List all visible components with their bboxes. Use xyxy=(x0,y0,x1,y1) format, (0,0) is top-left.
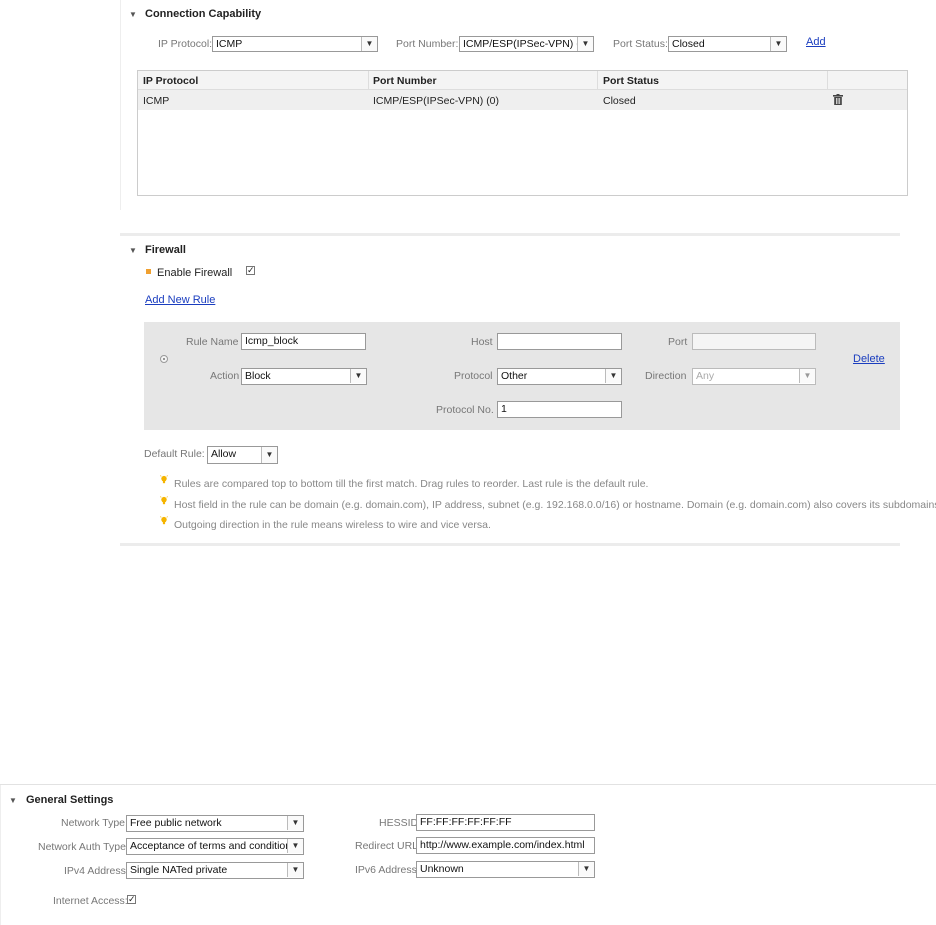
delete-rule-link[interactable]: Delete xyxy=(853,353,885,365)
drag-handle-icon[interactable] xyxy=(160,355,168,363)
section-left-border xyxy=(120,0,121,210)
lightbulb-icon xyxy=(160,475,168,484)
ip-protocol-label: IP Protocol: xyxy=(158,38,213,50)
table-header-row xyxy=(138,71,907,90)
chevron-down-icon: ▼ xyxy=(605,369,621,383)
row-ip-protocol: ICMP xyxy=(143,95,170,107)
section-divider xyxy=(120,543,900,546)
ipv4-address-select[interactable]: Single NATed private ▼ xyxy=(126,862,304,879)
network-type-label: Network Type: xyxy=(61,817,128,829)
chevron-down-icon: ▼ xyxy=(578,862,594,876)
internet-access-label: Internet Access: xyxy=(53,895,128,907)
rule-name-label: Rule Name xyxy=(186,336,239,348)
port-number-select[interactable]: ICMP/ESP(IPSec-VPN) (0) ▼ xyxy=(459,36,594,52)
port-status-select[interactable]: Closed ▼ xyxy=(668,36,787,52)
port-label: Port xyxy=(668,336,688,348)
section-divider xyxy=(0,784,936,785)
protocol-no-label: Protocol No. xyxy=(436,404,494,416)
lightbulb-icon xyxy=(160,516,168,525)
chevron-down-icon: ▼ xyxy=(287,839,303,853)
port-input[interactable] xyxy=(692,333,816,350)
network-type-select[interactable]: Free public network ▼ xyxy=(126,815,304,832)
chevron-down-icon: ▼ xyxy=(350,369,366,383)
internet-access-checkbox[interactable]: ✓ xyxy=(127,895,136,904)
network-auth-type-select[interactable]: Acceptance of terms and conditions ▼ xyxy=(126,838,304,855)
enable-firewall-checkbox[interactable]: ✓ xyxy=(246,266,255,275)
hessid-label: HESSID: xyxy=(379,817,422,829)
rule-name-input[interactable]: Icmp_block xyxy=(241,333,366,350)
chevron-down-icon: ▼ xyxy=(577,37,593,51)
connection-capability-title: Connection Capability xyxy=(145,8,262,20)
default-rule-label: Default Rule: xyxy=(144,448,205,460)
table-header-ip-protocol: IP Protocol xyxy=(143,75,199,87)
host-input[interactable] xyxy=(497,333,622,350)
section-left-border xyxy=(0,785,1,925)
enable-firewall-label: Enable Firewall xyxy=(157,267,233,279)
collapse-triangle-icon[interactable]: ▼ xyxy=(9,796,17,805)
chevron-down-icon: ▼ xyxy=(770,37,786,51)
host-label: Host xyxy=(471,336,493,348)
ipv6-address-label: IPv6 Address: xyxy=(355,864,420,876)
action-label: Action xyxy=(210,370,240,382)
ipv6-address-select[interactable]: Unknown ▼ xyxy=(416,861,595,878)
ip-protocol-select[interactable]: ICMP ▼ xyxy=(212,36,378,52)
trash-icon[interactable] xyxy=(833,94,843,105)
redirect-url-input[interactable]: http://www.example.com/index.html xyxy=(416,837,595,854)
hessid-input[interactable]: FF:FF:FF:FF:FF:FF xyxy=(416,814,595,831)
direction-select[interactable]: Any ▼ xyxy=(692,368,816,385)
protocol-label: Protocol xyxy=(454,370,493,382)
collapse-triangle-icon[interactable]: ▼ xyxy=(129,10,137,19)
direction-label: Direction xyxy=(645,370,687,382)
chevron-down-icon: ▼ xyxy=(361,37,377,51)
collapse-triangle-icon[interactable]: ▼ xyxy=(129,246,137,255)
tip-text: Host field in the rule can be domain (e.… xyxy=(174,499,936,511)
protocol-no-input[interactable]: 1 xyxy=(497,401,622,418)
add-new-rule-link[interactable]: Add New Rule xyxy=(145,294,215,306)
ipv4-address-label: IPv4 Address: xyxy=(64,865,129,877)
row-port-status: Closed xyxy=(603,95,636,107)
chevron-down-icon: ▼ xyxy=(287,816,303,830)
bullet-icon xyxy=(146,269,151,274)
chevron-down-icon: ▼ xyxy=(261,447,277,463)
redirect-url-label: Redirect URL: xyxy=(355,840,421,852)
lightbulb-icon xyxy=(160,496,168,505)
general-settings-title: General Settings xyxy=(26,794,114,806)
add-link[interactable]: Add xyxy=(806,36,826,48)
network-auth-type-label: Network Auth Type: xyxy=(38,841,129,853)
table-header-port-number: Port Number xyxy=(373,75,437,87)
tip-text: Rules are compared top to bottom till th… xyxy=(174,478,649,490)
col-divider xyxy=(827,71,828,89)
table-header-port-status: Port Status xyxy=(603,75,660,87)
port-number-label: Port Number: xyxy=(396,38,459,50)
table-row[interactable] xyxy=(138,90,907,110)
default-rule-select[interactable]: Allow ▼ xyxy=(207,446,278,464)
chevron-down-icon: ▼ xyxy=(799,369,815,383)
chevron-down-icon: ▼ xyxy=(287,863,303,877)
action-select[interactable]: Block ▼ xyxy=(241,368,367,385)
firewall-title: Firewall xyxy=(145,244,186,256)
tip-text: Outgoing direction in the rule means wir… xyxy=(174,519,491,531)
port-status-label: Port Status: xyxy=(613,38,668,50)
protocol-select[interactable]: Other ▼ xyxy=(497,368,622,385)
row-port-number: ICMP/ESP(IPSec-VPN) (0) xyxy=(373,95,500,107)
section-divider xyxy=(120,233,900,236)
